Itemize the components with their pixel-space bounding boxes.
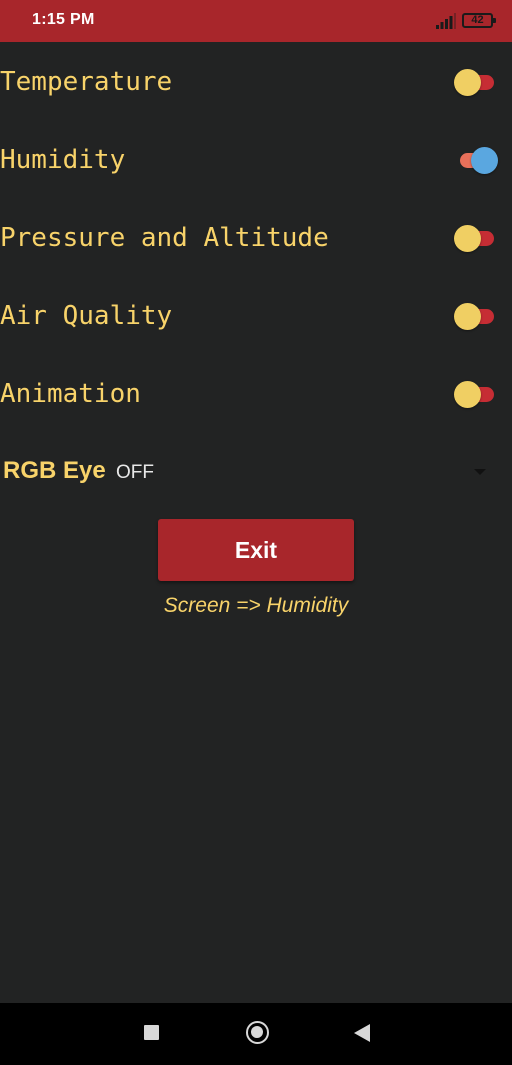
signal-icon	[436, 13, 456, 29]
setting-label-pressure-altitude: Pressure and Altitude	[0, 223, 329, 253]
setting-label-temperature: Temperature	[0, 67, 173, 97]
animation-toggle[interactable]	[454, 380, 498, 408]
setting-label-animation: Animation	[0, 379, 141, 409]
temperature-toggle[interactable]	[454, 68, 498, 96]
circle-home-icon[interactable]	[246, 1021, 269, 1044]
triangle-back-icon[interactable]	[354, 1024, 370, 1042]
setting-row-air-quality: Air Quality	[0, 286, 512, 346]
battery-icon: 42	[462, 13, 496, 28]
navigation-bar	[0, 1003, 512, 1065]
toggle-thumb	[454, 69, 481, 96]
humidity-toggle[interactable]	[454, 146, 498, 174]
setting-label-air-quality: Air Quality	[0, 301, 173, 331]
toggle-thumb	[454, 225, 481, 252]
setting-row-animation: Animation	[0, 364, 512, 424]
toggle-thumb	[471, 147, 498, 174]
status-time: 1:15 PM	[32, 11, 95, 28]
exit-button[interactable]: Exit	[158, 519, 354, 581]
battery-level: 42	[471, 14, 484, 26]
toggle-thumb	[454, 381, 481, 408]
air-quality-toggle[interactable]	[454, 302, 498, 330]
toggle-thumb	[454, 303, 481, 330]
rgb-eye-label: RGB Eye	[3, 457, 106, 484]
setting-row-humidity: Humidity	[0, 130, 512, 190]
pressure-altitude-toggle[interactable]	[454, 224, 498, 252]
setting-row-pressure-altitude: Pressure and Altitude	[0, 208, 512, 268]
setting-row-temperature: Temperature	[0, 52, 512, 112]
dropdown-arrow-icon	[474, 469, 486, 475]
status-bar: 1:15 PM 42	[0, 0, 512, 42]
rgb-eye-selected-value: OFF	[116, 462, 154, 483]
setting-label-humidity: Humidity	[0, 145, 126, 175]
screen-status-text: Screen => Humidity	[163, 594, 349, 617]
square-recents-icon[interactable]	[144, 1025, 159, 1040]
rgb-eye-dropdown[interactable]: OFF	[110, 452, 500, 492]
